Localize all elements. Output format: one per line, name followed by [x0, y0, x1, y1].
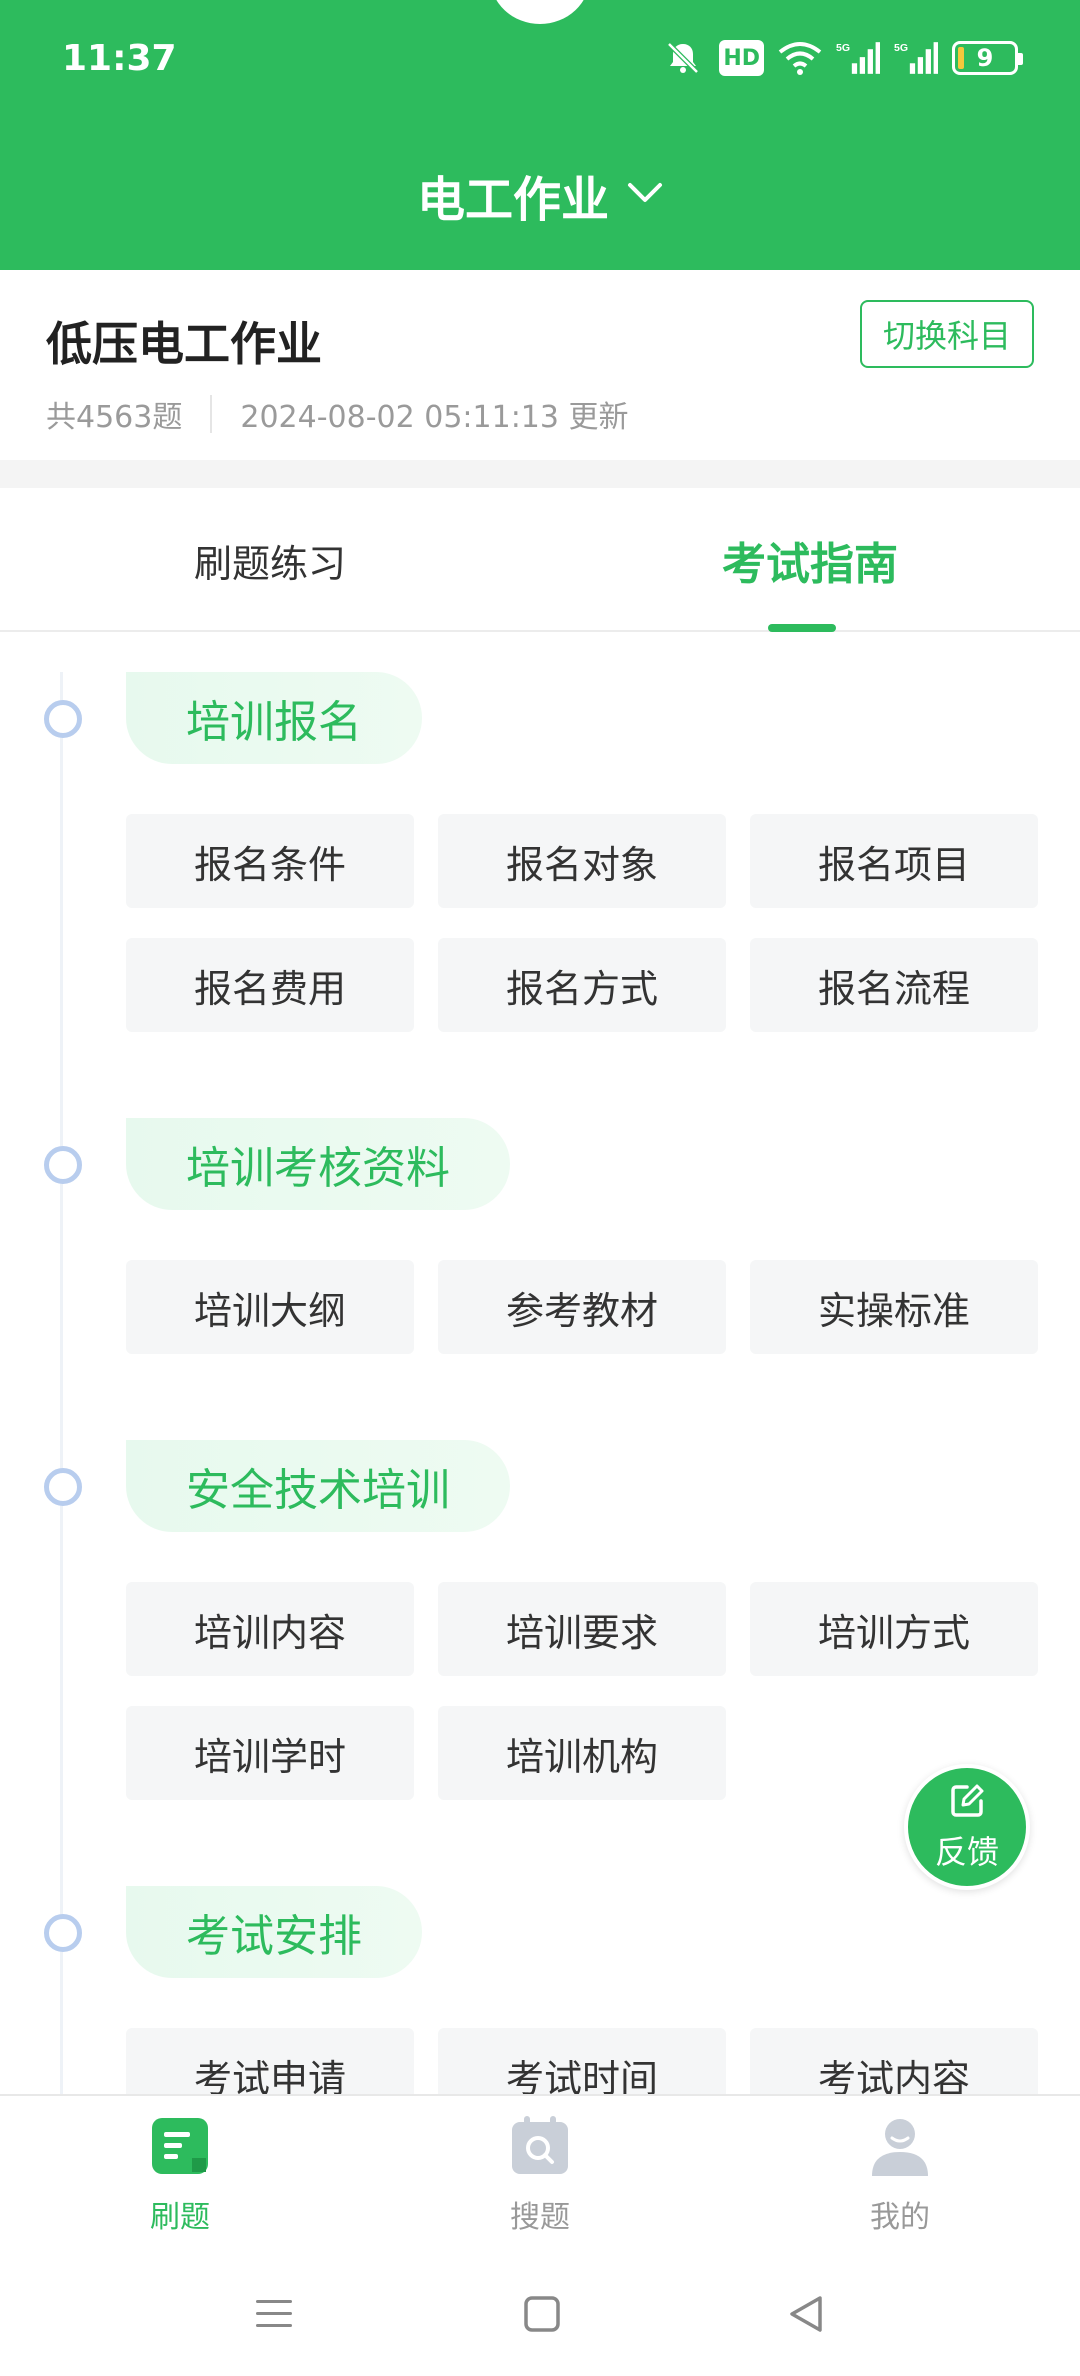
switch-subject-button[interactable]: 切换科目 — [860, 300, 1034, 368]
section-grid: 报名条件 报名对象 报名项目 报名费用 报名方式 报名流程 — [126, 814, 1040, 1032]
feedback-button[interactable]: 反馈 — [904, 1764, 1030, 1890]
guide-item[interactable]: 培训学时 — [126, 1706, 414, 1800]
status-bar: 11:37 HD 5G 5G 9 — [0, 0, 1080, 120]
feedback-label: 反馈 — [934, 1833, 999, 1871]
battery-icon: 9 — [952, 41, 1023, 75]
guide-item[interactable]: 培训要求 — [438, 1582, 726, 1676]
guide-item[interactable]: 考试时间 — [438, 2028, 726, 2094]
guide-item[interactable]: 报名项目 — [750, 814, 1038, 908]
tab-practice[interactable]: 刷题练习 — [0, 488, 540, 632]
bell-muted-icon — [661, 36, 705, 80]
edit-icon — [947, 1781, 987, 1825]
guide-item[interactable]: 考试申请 — [126, 2028, 414, 2094]
subject-card: 低压电工作业 共4563题 2024-08-02 05:11:13 更新 切换科… — [0, 270, 1080, 460]
timeline-dot — [44, 1146, 82, 1184]
section-title: 安全技术培训 — [126, 1440, 510, 1532]
app-root: 11:37 HD 5G 5G 9 电工作业 低压电工作业 共4563题 2024… — [0, 0, 1080, 2376]
signal-label-2: 5G — [894, 42, 908, 54]
system-nav-bar — [0, 2254, 1080, 2376]
signal-icon-1: 5G — [836, 36, 880, 80]
page-title: 电工作业 — [416, 172, 609, 228]
section-grid: 培训大纲 参考教材 实操标准 — [126, 1260, 1040, 1354]
nav-label: 搜题 — [510, 2200, 570, 2235]
timeline-dot — [44, 1914, 82, 1952]
subject-meta: 共4563题 2024-08-02 05:11:13 更新 — [46, 392, 629, 436]
bottom-nav: 刷题 搜题 我的 — [0, 2094, 1080, 2254]
guide-item[interactable]: 报名条件 — [126, 814, 414, 908]
tab-bar: 刷题练习 考试指南 — [0, 488, 1080, 632]
nav-item-profile[interactable]: 我的 — [720, 2096, 1080, 2256]
update-time: 2024-08-02 05:11:13 更新 — [240, 400, 629, 435]
status-icons: HD 5G 5G 9 — [661, 36, 1023, 80]
chevron-down-icon — [627, 181, 663, 209]
section-grid: 考试申请 考试时间 考试内容 — [126, 2028, 1040, 2094]
home-icon[interactable] — [512, 2284, 572, 2344]
guide-item[interactable]: 考试内容 — [750, 2028, 1038, 2094]
nav-item-search[interactable]: 搜题 — [360, 2096, 720, 2256]
exam-guide-content[interactable]: 培训报名 报名条件 报名对象 报名项目 报名费用 报名方式 报名流程 培训考核资… — [0, 632, 1080, 2094]
guide-item[interactable]: 报名费用 — [126, 938, 414, 1032]
guide-item[interactable]: 培训大纲 — [126, 1260, 414, 1354]
tab-exam-guide[interactable]: 考试指南 — [540, 488, 1080, 632]
signal-icon-2: 5G — [894, 36, 938, 80]
guide-item[interactable]: 报名流程 — [750, 938, 1038, 1032]
subject-selector[interactable]: 电工作业 — [0, 160, 1080, 230]
guide-item[interactable]: 培训内容 — [126, 1582, 414, 1676]
guide-item[interactable]: 培训方式 — [750, 1582, 1038, 1676]
subject-name: 低压电工作业 — [46, 317, 322, 371]
guide-item[interactable]: 实操标准 — [750, 1260, 1038, 1354]
menu-icon[interactable] — [244, 2284, 304, 2344]
timeline-line — [60, 672, 63, 2094]
guide-item[interactable]: 参考教材 — [438, 1260, 726, 1354]
meta-divider — [210, 395, 213, 433]
guide-item[interactable]: 报名对象 — [438, 814, 726, 908]
nav-item-practice[interactable]: 刷题 — [0, 2096, 360, 2256]
status-time: 11:37 — [62, 38, 177, 79]
tab-active-indicator — [768, 624, 836, 632]
back-icon[interactable] — [776, 2284, 836, 2344]
section-grid: 培训内容 培训要求 培训方式 培训学时 培训机构 — [126, 1582, 1040, 1800]
section-gap — [0, 460, 1080, 488]
section-title: 培训报名 — [126, 672, 422, 764]
search-calendar-icon — [508, 2114, 572, 2182]
guide-item[interactable]: 培训机构 — [438, 1706, 726, 1800]
section-title: 考试安排 — [126, 1886, 422, 1978]
timeline-dot — [44, 700, 82, 738]
signal-label-1: 5G — [836, 42, 850, 54]
guide-item[interactable]: 报名方式 — [438, 938, 726, 1032]
document-icon — [148, 2114, 212, 2182]
question-count: 共4563题 — [46, 400, 183, 435]
nav-label: 我的 — [870, 2200, 930, 2235]
app-header: 11:37 HD 5G 5G 9 电工作业 — [0, 0, 1080, 270]
user-icon — [868, 2114, 932, 2182]
section-title: 培训考核资料 — [126, 1118, 510, 1210]
hd-badge: HD — [719, 40, 764, 76]
nav-label: 刷题 — [150, 2200, 210, 2235]
wifi-icon — [778, 36, 822, 80]
timeline-dot — [44, 1468, 82, 1506]
